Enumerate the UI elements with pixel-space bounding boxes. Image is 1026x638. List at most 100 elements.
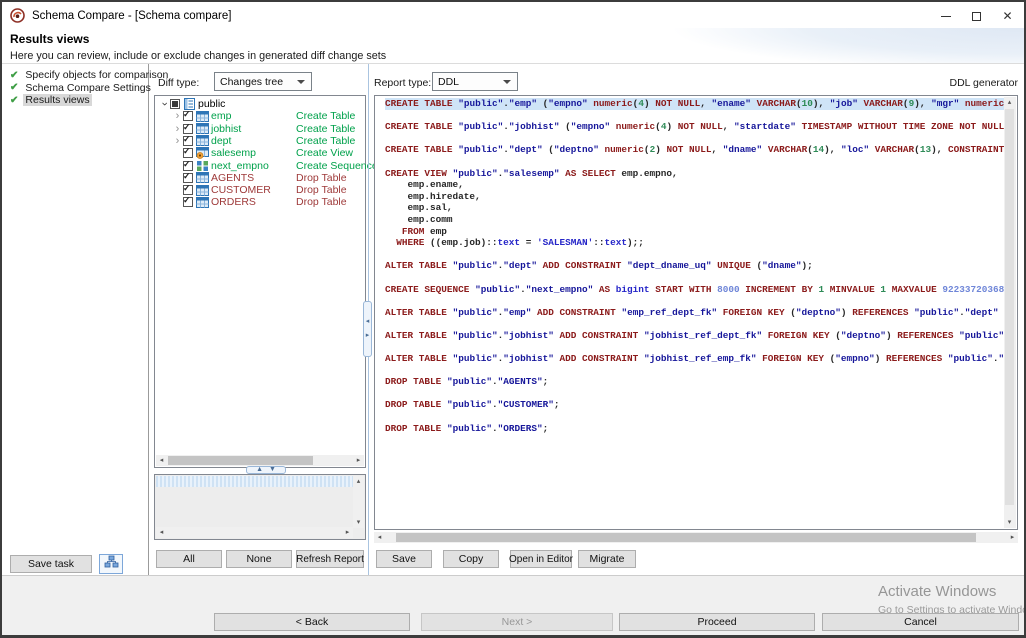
tree-row[interactable]: ✓salesempCreate View [155, 147, 365, 159]
sql-line [385, 249, 1004, 261]
copy-button[interactable]: Copy [443, 550, 499, 568]
sql-line: CREATE TABLE "public"."jobhist" ("empno"… [385, 121, 1004, 133]
next-button: Next > [421, 613, 613, 631]
wizard-step-label: Specify objects for comparison [23, 69, 170, 81]
ddl-report-panel: CREATE TABLE "public"."emp" ("empno" num… [374, 95, 1018, 530]
header-banner-graphic [594, 28, 1024, 64]
scrollbar-thumb[interactable] [168, 456, 313, 465]
scroll-down-icon[interactable]: ▾ [353, 517, 364, 528]
diff-type-label: Diff type: [158, 77, 199, 89]
tree-row[interactable]: ✓AGENTSDrop Table [155, 172, 365, 184]
checkbox[interactable]: ✓ [183, 197, 193, 207]
checkbox[interactable]: ✓ [183, 173, 193, 183]
tree-row[interactable]: ✓next_empnoCreate Sequence [155, 160, 365, 172]
checkbox[interactable]: ✓ [183, 148, 193, 158]
checkbox[interactable]: ✓ [183, 124, 193, 134]
detail-horizontal-scrollbar[interactable]: ◂ ▸ [156, 527, 353, 538]
sql-line: emp.comm [385, 214, 1004, 226]
table-icon [196, 111, 210, 122]
check-icon: ✓ [183, 183, 191, 194]
sql-line [385, 272, 1004, 284]
maximize-button[interactable] [961, 2, 992, 30]
open-in-editor-button[interactable]: Open in Editor [510, 550, 572, 568]
sql-line: emp.sal, [385, 202, 1004, 214]
checkbox[interactable]: ✓ [183, 111, 193, 121]
scrollbar-thumb[interactable] [396, 533, 976, 542]
code-horizontal-scrollbar[interactable]: ◂ ▸ [374, 532, 1018, 543]
wizard-step-list: ✔Specify objects for comparison✔Schema C… [2, 64, 149, 575]
sql-line [385, 133, 1004, 145]
none-button[interactable]: None [226, 550, 292, 568]
wizard-step[interactable]: ✔Specify objects for comparison [10, 69, 170, 81]
header-divider [2, 63, 1024, 64]
chevron-down-icon [297, 80, 305, 84]
sql-line: emp.hiredate, [385, 191, 1004, 203]
check-icon: ✓ [183, 171, 191, 182]
diff-type-select[interactable]: Changes tree [214, 72, 312, 91]
collapse-up-icon: ▲ [256, 467, 263, 473]
schedule-task-button[interactable] [99, 554, 123, 574]
scroll-right-icon[interactable]: ▸ [1007, 532, 1018, 543]
scrollbar-thumb[interactable] [1005, 109, 1014, 505]
tree-item-action: Create Table [296, 110, 355, 122]
tree-row[interactable]: ✓ORDERSDrop Table [155, 196, 365, 208]
tree-row[interactable]: ›✓empCreate Table [155, 110, 365, 122]
save-button[interactable]: Save [376, 550, 432, 568]
sql-line: DROP TABLE "public"."CUSTOMER"; [385, 399, 1004, 411]
minimize-button[interactable] [930, 2, 961, 30]
horizontal-splitter[interactable]: ▲▼ [246, 466, 286, 474]
cancel-button[interactable]: Cancel [822, 613, 1019, 631]
scroll-left-icon[interactable]: ◂ [156, 455, 167, 466]
check-icon: ✔ [10, 95, 18, 106]
sql-line: ALTER TABLE "public"."jobhist" ADD CONST… [385, 330, 1004, 342]
check-icon: ✓ [183, 134, 191, 145]
table-icon [196, 123, 210, 134]
all-button[interactable]: All [156, 550, 222, 568]
schema-compare-window: Schema Compare - [Schema compare] ✕ Resu… [0, 0, 1026, 638]
check-icon: ✓ [183, 159, 191, 170]
report-type-select[interactable]: DDL [432, 72, 518, 91]
tree-row[interactable]: ›public [155, 98, 365, 110]
ddl-code[interactable]: CREATE TABLE "public"."emp" ("empno" num… [376, 98, 1004, 528]
scroll-up-icon[interactable]: ▴ [1004, 97, 1015, 108]
scroll-right-icon[interactable]: ▸ [342, 527, 353, 538]
back-button[interactable]: < Back [214, 613, 410, 631]
sql-line: DROP TABLE "public"."ORDERS"; [385, 423, 1004, 435]
report-type-value: DDL [433, 76, 503, 88]
checkbox[interactable] [170, 99, 180, 109]
sql-line: ALTER TABLE "public"."emp" ADD CONSTRAIN… [385, 307, 1004, 319]
sql-line: ALTER TABLE "public"."jobhist" ADD CONST… [385, 353, 1004, 365]
tree-row[interactable]: ✓CUSTOMERDrop Table [155, 184, 365, 196]
vertical-splitter[interactable]: ◂▸ [363, 301, 372, 357]
tree-horizontal-scrollbar[interactable]: ◂ ▸ [156, 455, 364, 466]
scroll-down-icon[interactable]: ▾ [1004, 517, 1015, 528]
detail-selected-row[interactable] [156, 476, 354, 487]
expand-open-icon[interactable]: › [160, 100, 170, 109]
tree-row[interactable]: ›✓deptCreate Table [155, 135, 365, 147]
close-button[interactable]: ✕ [992, 2, 1023, 30]
scroll-right-icon[interactable]: ▸ [353, 455, 364, 466]
checkbox[interactable]: ✓ [183, 161, 193, 171]
save-task-button[interactable]: Save task [10, 555, 92, 573]
checkbox[interactable]: ✓ [183, 136, 193, 146]
detail-vertical-scrollbar[interactable]: ▴ ▾ [353, 476, 364, 528]
wizard-step[interactable]: ✔Schema Compare Settings [10, 82, 153, 94]
sql-line: CREATE TABLE "public"."emp" ("empno" num… [385, 98, 1004, 110]
wizard-step[interactable]: ✔Results views [10, 94, 92, 106]
proceed-button[interactable]: Proceed [619, 613, 815, 631]
scroll-up-icon[interactable]: ▴ [353, 476, 364, 487]
chevron-down-icon [503, 80, 511, 84]
expand-closed-icon[interactable]: › [173, 124, 182, 134]
scroll-left-icon[interactable]: ◂ [374, 532, 385, 543]
checkbox[interactable]: ✓ [183, 185, 193, 195]
tree-row[interactable]: ›✓jobhistCreate Table [155, 123, 365, 135]
close-icon: ✕ [1002, 10, 1012, 22]
refresh-report-button[interactable]: Refresh Report [296, 550, 364, 568]
collapse-down-icon: ▼ [269, 467, 276, 473]
expand-closed-icon[interactable]: › [173, 111, 182, 121]
scroll-left-icon[interactable]: ◂ [156, 527, 167, 538]
sql-line [385, 156, 1004, 168]
expand-closed-icon[interactable]: › [173, 136, 182, 146]
migrate-button[interactable]: Migrate [578, 550, 636, 568]
code-vertical-scrollbar[interactable]: ▴ ▾ [1004, 97, 1016, 528]
